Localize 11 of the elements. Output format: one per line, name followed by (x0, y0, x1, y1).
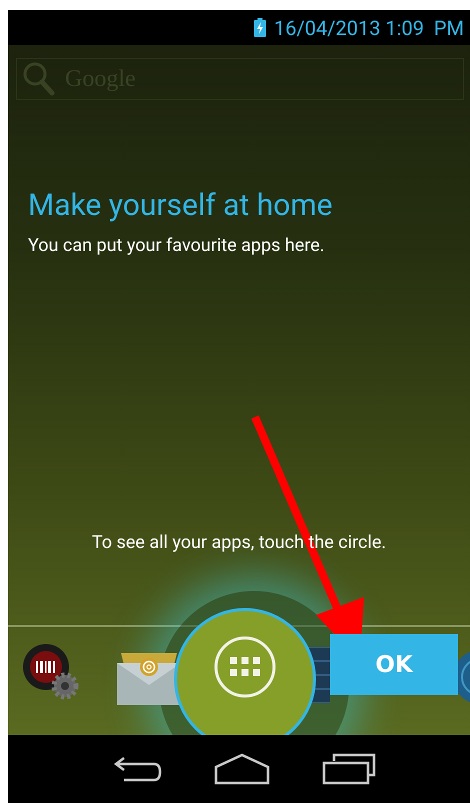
battery-charging-icon (254, 18, 266, 37)
search-icon (23, 62, 55, 96)
recent-apps-icon[interactable] (322, 753, 376, 785)
intro-subtitle: You can put your favourite apps here. (28, 235, 326, 256)
ok-button[interactable]: OK (330, 634, 458, 695)
barcode-gear-icon[interactable] (22, 643, 80, 701)
home-icon[interactable] (214, 753, 270, 785)
status-time: 16/04/2013 1:09 PM (274, 16, 464, 40)
intro-title: Make yourself at home (28, 188, 334, 223)
apps-grid-icon (214, 636, 276, 698)
back-icon[interactable] (112, 754, 162, 784)
